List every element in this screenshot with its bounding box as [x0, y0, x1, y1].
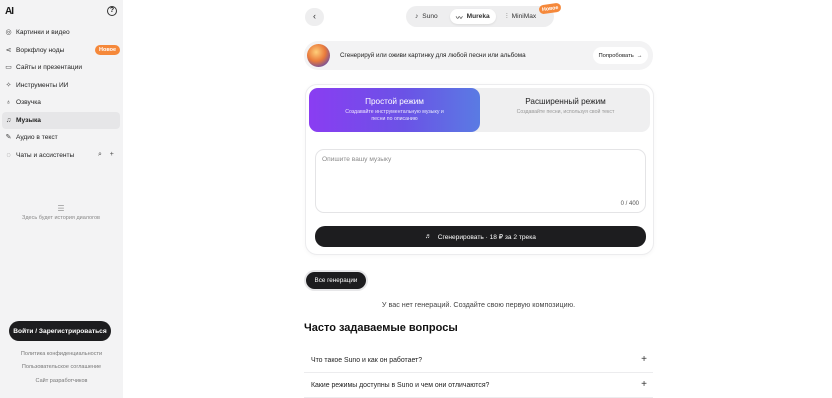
empty-history: ☰ Здесь будет история диалогов — [20, 205, 102, 222]
music-description-input[interactable]: Опишите вашу музыку 0 / 400 — [315, 149, 646, 213]
search-icon[interactable]: ⌕ — [98, 151, 102, 158]
sidebar-item-label: Озвучка — [16, 99, 41, 107]
new-badge: Новое — [538, 2, 562, 15]
monitor-icon: ▭ — [5, 64, 12, 71]
plus-icon: + — [641, 354, 647, 365]
suno-icon: ♪ — [415, 13, 419, 20]
sidebar-item-label: Чаты и ассистенты — [16, 151, 75, 159]
promo-thumbnail — [307, 44, 330, 67]
provider-tabs: ♪ Suno 〰 Mureka ⫶ MiniMax — [406, 6, 554, 27]
microphone-icon: ♁ — [5, 99, 12, 106]
sidebar-item-label: Воркфлоу ноды — [16, 46, 65, 54]
chat-icon: ◌ — [6, 151, 11, 159]
music-sparkle-icon: ♬ — [425, 233, 432, 240]
arrow-right-icon: → — [636, 52, 643, 59]
generate-button[interactable]: ♬ Сгенерировать · 18 ₽ за 2 трека — [315, 226, 646, 247]
new-badge: Новое — [95, 44, 121, 55]
privacy-link[interactable]: Политика конфиденциальности — [0, 351, 123, 364]
sidebar-item-label: Музыка — [16, 116, 41, 124]
main-content: ‹ ♪ Suno 〰 Mureka ⫶ MiniMax Новое Сгенер… — [123, 0, 832, 398]
sidebar: AI ? ◎ Картинки и видео ⋖ Воркфлоу ноды … — [0, 0, 123, 398]
sidebar-item-audio-to-text[interactable]: ✎ Аудио в текст — [0, 129, 123, 147]
plus-icon: + — [641, 379, 647, 390]
sidebar-item-chats[interactable]: ◌ Чаты и ассистенты ⌕ + — [0, 147, 123, 165]
all-generations-button[interactable]: Все генерации — [306, 272, 366, 289]
empty-generations-text: У вас нет генераций. Создайте свою перву… — [381, 300, 576, 309]
help-icon[interactable]: ? — [107, 6, 117, 16]
tab-minimax[interactable]: ⫶ MiniMax — [500, 9, 542, 24]
promo-banner: Сгенерируй или оживи картинку для любой … — [304, 41, 653, 70]
faq-item[interactable]: Что такое Suno и как он работает? + — [304, 348, 653, 373]
developers-link[interactable]: Сайт разработчиков — [0, 378, 123, 391]
sidebar-item-label: Инструменты ИИ — [16, 81, 69, 89]
sidebar-item-voiceover[interactable]: ♁ Озвучка — [0, 94, 123, 112]
sidebar-item-workflow[interactable]: ⋖ Воркфлоу ноды Новое — [0, 42, 123, 60]
chevron-left-icon: ‹ — [313, 11, 316, 21]
plus-icon[interactable]: + — [110, 151, 114, 158]
tab-suno[interactable]: ♪ Suno — [409, 9, 444, 24]
mode-switch: Простой режим Создавайте инструментальну… — [309, 88, 650, 132]
history-icon: ☰ — [57, 204, 65, 213]
image-icon: ◎ — [5, 29, 12, 36]
faq-item[interactable]: Какие режимы доступны в Suno и чем они о… — [304, 373, 653, 398]
sidebar-item-music[interactable]: ♫ Музыка — [2, 111, 120, 129]
tools-icon: ✧ — [5, 81, 12, 89]
try-button[interactable]: Попробовать → — [593, 47, 648, 64]
sidebar-item-images[interactable]: ◎ Картинки и видео — [0, 24, 123, 42]
faq-title: Часто задаваемые вопросы — [304, 322, 458, 334]
advanced-mode-tab[interactable]: Расширенный режим Создавайте песни, испо… — [480, 88, 651, 132]
workflow-icon: ⋖ — [5, 46, 12, 54]
sidebar-item-ai-tools[interactable]: ✧ Инструменты ИИ — [0, 77, 123, 95]
tab-mureka[interactable]: 〰 Mureka — [450, 9, 496, 24]
mureka-icon: 〰 — [456, 14, 463, 22]
back-button[interactable]: ‹ — [305, 8, 324, 26]
promo-text: Сгенерируй или оживи картинку для любой … — [340, 52, 526, 59]
minimax-icon: ⫶ — [506, 12, 508, 20]
sidebar-item-sites[interactable]: ▭ Сайты и презентации — [0, 59, 123, 77]
login-button[interactable]: Войти / Зарегистрироваться — [9, 321, 111, 341]
char-counter: 0 / 400 — [620, 201, 639, 207]
generator-card: Простой режим Создавайте инструментальну… — [305, 84, 654, 255]
footer-links: Политика конфиденциальности Пользователь… — [0, 351, 123, 391]
terms-link[interactable]: Пользовательское соглашение — [0, 364, 123, 377]
sidebar-item-label: Картинки и видео — [16, 29, 70, 37]
sidebar-item-label: Сайты и презентации — [16, 64, 83, 72]
simple-mode-tab[interactable]: Простой режим Создавайте инструментальну… — [309, 88, 480, 132]
music-icon: ♫ — [5, 116, 12, 124]
audio-text-icon: ✎ — [5, 134, 12, 141]
sidebar-item-label: Аудио в текст — [16, 134, 58, 142]
sidebar-nav: ◎ Картинки и видео ⋖ Воркфлоу ноды Новое… — [0, 24, 123, 164]
app-logo[interactable]: AI — [5, 6, 14, 17]
